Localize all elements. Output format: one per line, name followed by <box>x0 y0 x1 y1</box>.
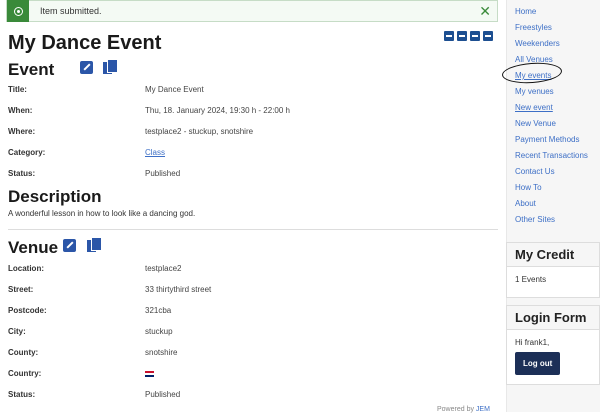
category-link[interactable]: Class <box>145 148 165 157</box>
credit-value: 1 Events <box>515 275 547 284</box>
row-value: snotshire <box>145 348 178 357</box>
row-label: Title: <box>8 85 27 94</box>
close-icon[interactable]: ✕ <box>479 2 491 20</box>
venue-heading: Venue <box>8 238 59 257</box>
row-value: Class <box>145 147 165 159</box>
row-value <box>145 368 154 380</box>
row-label: Status: <box>8 390 36 399</box>
event-heading: Event <box>8 60 55 79</box>
menu-item-other-sites[interactable]: Other Sites <box>515 214 588 230</box>
add-icon[interactable] <box>457 31 467 41</box>
description-text: A wonderful lesson in how to look like a… <box>8 209 196 218</box>
row-value: My Dance Event <box>145 85 204 94</box>
row-value: Published <box>145 390 181 399</box>
menu-item-my-venues[interactable]: My venues <box>515 86 588 102</box>
description-heading: Description <box>8 187 102 206</box>
login-body: Hi frank1, Log out <box>507 330 599 383</box>
menu-item-freestyles[interactable]: Freestyles <box>515 22 588 38</box>
login-title: Login Form <box>507 306 599 330</box>
row-value: stuckup <box>145 327 173 336</box>
copy-event-icon[interactable] <box>103 59 118 74</box>
row-label: Street: <box>8 285 34 294</box>
greeting: Hi frank1, <box>515 338 550 347</box>
row-label: Location: <box>8 264 44 273</box>
page-title: My Dance Event <box>8 32 162 54</box>
flag-uk-icon <box>145 370 154 377</box>
main-menu: Home Freestyles Weekenders All Venues My… <box>515 6 588 230</box>
row-label: City: <box>8 327 26 336</box>
row-label: Postcode: <box>8 306 47 315</box>
my-credit-module: My Credit 1 Events <box>506 242 600 298</box>
row-value: Thu, 18. January 2024, 19:30 h - 22:00 h <box>145 106 290 115</box>
event-toolbar <box>444 31 493 41</box>
login-module: Login Form Hi frank1, Log out <box>506 305 600 385</box>
menu-item-new-event[interactable]: New event <box>515 102 588 118</box>
row-value: testplace2 - stuckup, snotshire <box>145 127 254 136</box>
row-value: Published <box>145 169 181 178</box>
alert-message: Item submitted. <box>40 6 102 16</box>
logout-button[interactable]: Log out <box>515 352 561 375</box>
edit-event-icon[interactable] <box>80 61 93 74</box>
add-event-icon[interactable] <box>444 31 454 41</box>
row-label: County: <box>8 348 39 357</box>
calendar-icon[interactable] <box>483 31 493 41</box>
check-circle-icon <box>7 0 29 22</box>
row-value: 321cba <box>145 306 172 315</box>
credit-title: My Credit <box>507 243 599 267</box>
copy-venue-icon[interactable] <box>87 237 102 252</box>
success-alert: Item submitted. ✕ <box>6 0 498 22</box>
menu-item-home[interactable]: Home <box>515 6 588 22</box>
menu-item-how-to[interactable]: How To <box>515 182 588 198</box>
menu-item-payment-methods[interactable]: Payment Methods <box>515 134 588 150</box>
menu-item-weekenders[interactable]: Weekenders <box>515 38 588 54</box>
menu-item-new-venue[interactable]: New Venue <box>515 118 588 134</box>
row-value: testplace2 <box>145 264 182 273</box>
row-label: Country: <box>8 369 42 378</box>
menu-item-recent-transactions[interactable]: Recent Transactions <box>515 150 588 166</box>
row-label: Where: <box>8 127 36 136</box>
row-label: Category: <box>8 148 46 157</box>
divider <box>8 229 498 230</box>
edit-venue-icon[interactable] <box>63 239 76 252</box>
menu-item-contact-us[interactable]: Contact Us <box>515 166 588 182</box>
row-value: 33 thirtythird street <box>145 285 212 294</box>
print-icon[interactable] <box>470 31 480 41</box>
menu-item-about[interactable]: About <box>515 198 588 214</box>
row-label: When: <box>8 106 33 115</box>
row-label: Status: <box>8 169 36 178</box>
